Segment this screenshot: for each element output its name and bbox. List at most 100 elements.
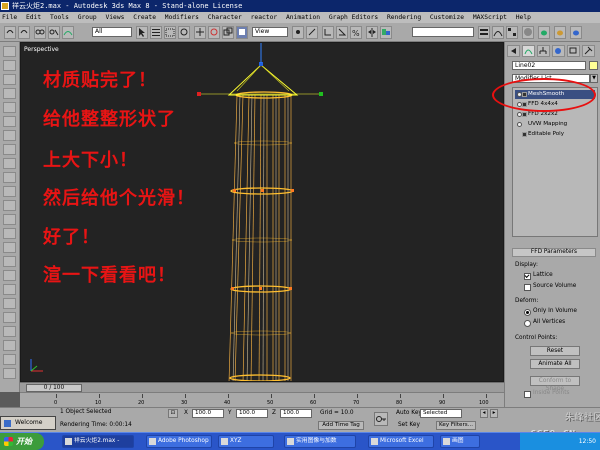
source-volume-checkbox[interactable]: Source Volume (524, 283, 576, 291)
left-tool-20[interactable] (3, 312, 16, 323)
key-mode-dropdown[interactable]: Selected (420, 409, 462, 418)
menu-file[interactable]: File (2, 14, 17, 21)
task-image-tool[interactable]: 实用图像与加数 (284, 435, 356, 448)
menu-character[interactable]: Character (208, 14, 242, 21)
set-key-button[interactable]: Set Key (398, 422, 420, 428)
left-tool-4[interactable] (3, 88, 16, 99)
set-key-icon-button[interactable] (374, 412, 388, 426)
add-time-tag-button[interactable]: Add Time Tag (318, 421, 364, 430)
expand-box-icon[interactable] (522, 112, 527, 117)
conform-to-shape-button[interactable]: Conform to Shape (530, 376, 580, 392)
angle-snap-button[interactable] (336, 26, 348, 39)
hierarchy-tab[interactable] (537, 45, 550, 57)
animate-all-button[interactable]: Animate All (530, 359, 580, 369)
selection-filter-dropdown[interactable]: All (92, 27, 132, 37)
left-tool-23[interactable] (3, 354, 16, 365)
object-color-swatch[interactable] (589, 61, 598, 70)
perspective-viewport[interactable]: Perspective 材质贴完了！ 给他整整形状了 上大下小！ 然后给他个光滑… (20, 42, 504, 382)
render-last-button[interactable] (570, 26, 582, 39)
left-tool-13[interactable] (3, 214, 16, 225)
task-excel[interactable]: Microsoft Excel (368, 435, 434, 448)
percent-snap-button[interactable]: % (350, 26, 362, 39)
modifier-list-arrow[interactable]: ▼ (590, 74, 598, 83)
menu-edit[interactable]: Edit (26, 14, 41, 21)
mirror-button[interactable] (366, 26, 378, 39)
material-editor-button[interactable] (522, 26, 534, 39)
named-selection-dropdown[interactable] (412, 27, 474, 37)
select-rotate-button[interactable] (208, 26, 220, 39)
menu-reactor[interactable]: reactor (251, 14, 278, 21)
only-in-volume-radio[interactable]: Only In Volume (524, 308, 577, 316)
rollout-header[interactable]: FFD Parameters (512, 248, 596, 257)
select-object-button[interactable] (136, 26, 148, 39)
select-by-name-button[interactable] (150, 26, 162, 39)
menu-animation[interactable]: Animation (286, 14, 320, 21)
left-tool-11[interactable] (3, 186, 16, 197)
select-link-button[interactable] (34, 26, 46, 39)
expand-box-icon[interactable] (522, 132, 527, 137)
layer-manager-button[interactable] (478, 26, 490, 39)
menu-help[interactable]: Help (516, 14, 531, 21)
menu-graph-editors[interactable]: Graph Editors (329, 14, 378, 21)
torch-model[interactable] (21, 43, 504, 382)
menu-create[interactable]: Create (133, 14, 156, 21)
region-select-button[interactable] (164, 26, 176, 39)
left-tool-5[interactable] (3, 102, 16, 113)
left-tool-7[interactable] (3, 130, 16, 141)
left-tool-17[interactable] (3, 270, 16, 281)
bind-space-warp-button[interactable] (62, 26, 74, 39)
task-xyz[interactable]: XYZ (218, 435, 274, 448)
window-crossing-button[interactable] (178, 26, 190, 39)
left-tool-12[interactable] (3, 200, 16, 211)
quick-render-button[interactable] (554, 26, 566, 39)
redo-button[interactable] (18, 26, 30, 39)
start-button[interactable]: 开始 (0, 433, 44, 450)
pivot-center-button[interactable] (292, 26, 304, 39)
all-vertices-radio[interactable]: All Vertices (524, 319, 565, 327)
key-filters-button[interactable]: Key Filters... (436, 421, 476, 430)
select-manipulate-button[interactable] (306, 26, 318, 39)
left-tool-21[interactable] (3, 326, 16, 337)
active-tool-button[interactable] (236, 26, 248, 39)
left-tool-14[interactable] (3, 228, 16, 239)
modify-tab[interactable] (522, 45, 535, 57)
left-tool-19[interactable] (3, 298, 16, 309)
task-photoshop[interactable]: Adobe Photoshop (146, 435, 212, 448)
time-slider[interactable]: 0 / 100 (26, 384, 82, 392)
reference-coordinate-dropdown[interactable]: View (252, 27, 288, 37)
z-coordinate-field[interactable]: 100.0 (280, 409, 312, 418)
schematic-view-button[interactable] (506, 26, 518, 39)
left-tool-9[interactable] (3, 158, 16, 169)
left-tool-22[interactable] (3, 340, 16, 351)
display-tab[interactable] (567, 45, 580, 57)
y-coordinate-field[interactable]: 100.0 (236, 409, 268, 418)
task-paint[interactable]: 画图 (440, 435, 480, 448)
utilities-tab[interactable] (582, 45, 595, 57)
task-3dsmax[interactable]: 祥云火炬2.max - (62, 435, 134, 448)
left-tool-2[interactable] (3, 60, 16, 71)
x-coordinate-field[interactable]: 100.0 (192, 409, 224, 418)
lattice-checkbox[interactable]: Lattice (524, 272, 553, 280)
menu-group[interactable]: Group (78, 14, 97, 21)
curve-editor-button[interactable] (492, 26, 504, 39)
motion-tab[interactable] (552, 45, 565, 57)
render-scene-button[interactable] (538, 26, 550, 39)
menu-customize[interactable]: Customize (430, 14, 464, 21)
undo-button[interactable] (4, 26, 16, 39)
left-tool-15[interactable] (3, 242, 16, 253)
left-tool-1[interactable] (3, 46, 16, 57)
left-tool-10[interactable] (3, 172, 16, 183)
left-tool-3[interactable] (3, 74, 16, 85)
menu-views[interactable]: Views (105, 14, 124, 21)
go-to-start-button[interactable]: ◂ (480, 409, 488, 418)
stack-item-editable-poly[interactable]: Editable Poly (515, 130, 595, 139)
left-tool-8[interactable] (3, 144, 16, 155)
menu-maxscript[interactable]: MAXScript (473, 14, 507, 21)
create-tab[interactable] (507, 45, 520, 57)
left-tool-24[interactable] (3, 368, 16, 379)
menu-tools[interactable]: Tools (50, 14, 69, 21)
menu-modifiers[interactable]: Modifiers (165, 14, 199, 21)
reset-button[interactable]: Reset (530, 346, 580, 356)
snap-toggle-button[interactable] (322, 26, 334, 39)
object-name-field[interactable]: Line02 (512, 61, 586, 70)
